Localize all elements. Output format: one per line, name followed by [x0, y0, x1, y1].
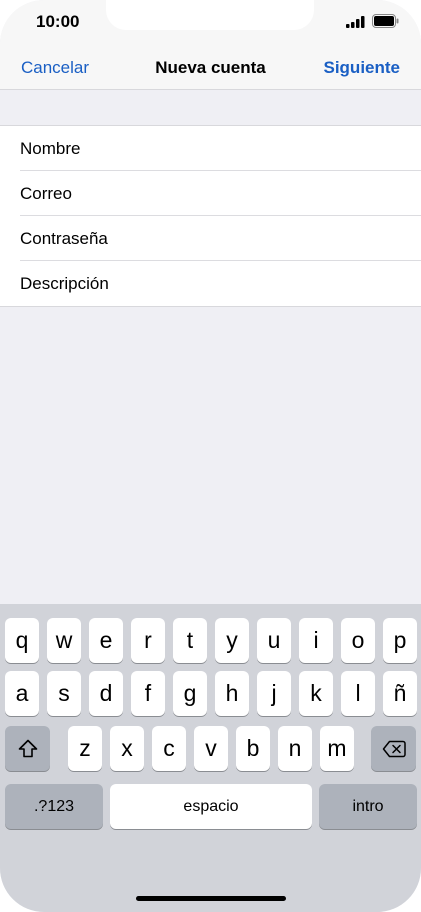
keyboard: q w e r t y u i o p a s d f g h j k l ñ … [0, 604, 421, 912]
key-m[interactable]: m [320, 726, 354, 771]
return-key[interactable]: intro [319, 784, 417, 829]
key-r[interactable]: r [131, 618, 165, 663]
key-x[interactable]: x [110, 726, 144, 771]
space-key[interactable]: espacio [110, 784, 312, 829]
key-z[interactable]: z [68, 726, 102, 771]
key-a[interactable]: a [5, 671, 39, 716]
key-q[interactable]: q [5, 618, 39, 663]
key-t[interactable]: t [173, 618, 207, 663]
key-c[interactable]: c [152, 726, 186, 771]
home-indicator[interactable] [136, 896, 286, 901]
battery-icon [372, 14, 399, 28]
key-g[interactable]: g [173, 671, 207, 716]
key-i[interactable]: i [299, 618, 333, 663]
key-w[interactable]: w [47, 618, 81, 663]
shift-icon [18, 739, 37, 758]
key-s[interactable]: s [47, 671, 81, 716]
key-f[interactable]: f [131, 671, 165, 716]
shift-key[interactable] [5, 726, 50, 771]
numbers-key[interactable]: .?123 [5, 784, 103, 829]
key-v[interactable]: v [194, 726, 228, 771]
notch [106, 0, 314, 30]
next-button[interactable]: Siguiente [323, 58, 400, 78]
status-time: 10:00 [36, 12, 80, 31]
key-e[interactable]: e [89, 618, 123, 663]
password-field[interactable]: Contraseña [0, 216, 421, 261]
navigation-bar: Cancelar Nueva cuenta Siguiente [0, 44, 421, 90]
key-p[interactable]: p [383, 618, 417, 663]
name-field[interactable]: Nombre [0, 126, 421, 171]
key-y[interactable]: y [215, 618, 249, 663]
key-o[interactable]: o [341, 618, 375, 663]
signal-icon [346, 16, 365, 28]
key-b[interactable]: b [236, 726, 270, 771]
key-j[interactable]: j [257, 671, 291, 716]
key-n[interactable]: n [278, 726, 312, 771]
description-field[interactable]: Descripción [0, 261, 421, 306]
key-d[interactable]: d [89, 671, 123, 716]
email-field[interactable]: Correo [0, 171, 421, 216]
status-bar: 10:00 [0, 0, 421, 44]
delete-key[interactable] [371, 726, 416, 771]
phone-screen: 10:00 Cancelar Nueva cuenta Siguiente No… [0, 0, 421, 912]
key-k[interactable]: k [299, 671, 333, 716]
key-h[interactable]: h [215, 671, 249, 716]
backspace-icon [382, 740, 406, 757]
key-u[interactable]: u [257, 618, 291, 663]
key-n-tilde[interactable]: ñ [383, 671, 417, 716]
key-l[interactable]: l [341, 671, 375, 716]
account-form: Nombre Correo Contraseña Descripción [0, 125, 421, 307]
